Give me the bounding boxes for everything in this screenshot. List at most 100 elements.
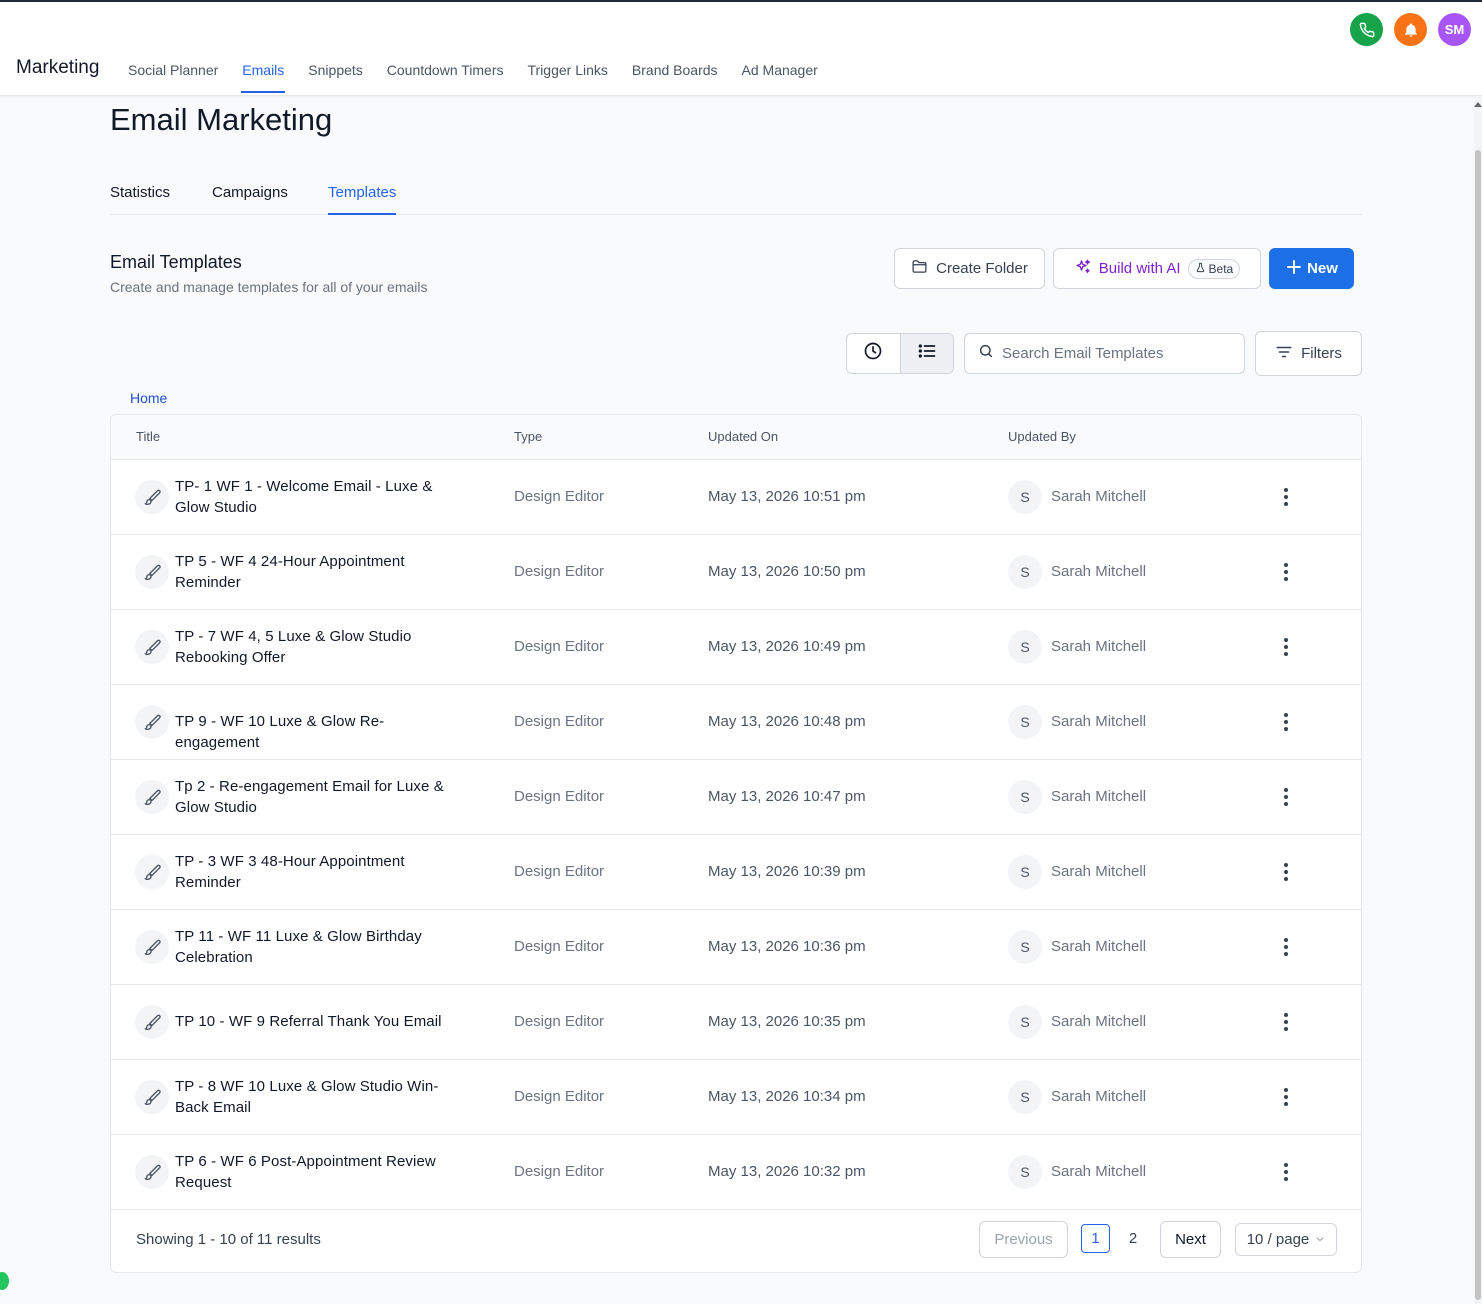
header-actions: SM: [1350, 13, 1471, 46]
sub-tabs: Statistics Campaigns Templates: [110, 184, 1362, 215]
scroll-up-arrow[interactable]: [1474, 102, 1482, 107]
templates-table: Title Type Updated On Updated By TP- 1 W…: [110, 414, 1362, 1273]
template-type: Design Editor: [514, 1013, 605, 1030]
updated-by: Sarah Mitchell: [1051, 713, 1147, 730]
nav-brand-boards[interactable]: Brand Boards: [632, 62, 718, 94]
bell-icon[interactable]: [1394, 13, 1427, 46]
view-toggle: [846, 333, 954, 374]
top-nav: Social Planner Emails Snippets Countdown…: [128, 62, 842, 94]
updated-by: Sarah Mitchell: [1051, 488, 1147, 505]
more-vertical-icon[interactable]: [1275, 560, 1297, 584]
more-vertical-icon[interactable]: [1275, 860, 1297, 884]
create-folder-button[interactable]: Create Folder: [894, 248, 1045, 289]
template-title[interactable]: TP 5 - WF 4 24-Hour Appointment Reminder: [175, 551, 465, 593]
updated-by: Sarah Mitchell: [1051, 1088, 1147, 1105]
brush-icon: [135, 630, 169, 664]
updated-on: May 13, 2026 10:48 pm: [708, 713, 866, 730]
recent-view-button[interactable]: [847, 334, 900, 373]
table-row[interactable]: Tp 2 - Re-engagement Email for Luxe & Gl…: [111, 760, 1361, 835]
table-row[interactable]: TP 11 - WF 11 Luxe & Glow Birthday Celeb…: [111, 910, 1361, 985]
table-row[interactable]: TP 5 - WF 4 24-Hour Appointment Reminder…: [111, 535, 1361, 610]
updated-by: Sarah Mitchell: [1051, 863, 1147, 880]
page-size-label: 10 / page: [1246, 1231, 1310, 1248]
template-title[interactable]: TP 9 - WF 10 Luxe & Glow Re-engagement: [175, 711, 465, 753]
template-title[interactable]: TP 10 - WF 9 Referral Thank You Email: [175, 1011, 465, 1032]
template-title[interactable]: TP- 1 WF 1 - Welcome Email - Luxe & Glow…: [175, 476, 465, 518]
brush-icon: [135, 780, 169, 814]
brush-icon: [135, 855, 169, 889]
template-title[interactable]: TP - 3 WF 3 48-Hour Appointment Reminder: [175, 851, 465, 893]
more-vertical-icon[interactable]: [1275, 710, 1297, 734]
flask-icon: [1195, 262, 1206, 276]
more-vertical-icon[interactable]: [1275, 1085, 1297, 1109]
search-input[interactable]: [1002, 345, 1232, 362]
template-title[interactable]: Tp 2 - Re-engagement Email for Luxe & Gl…: [175, 776, 465, 818]
breadcrumb-home[interactable]: Home: [130, 390, 167, 406]
more-vertical-icon[interactable]: [1275, 1160, 1297, 1184]
status-dot: [0, 1272, 9, 1290]
list-view-button[interactable]: [899, 334, 953, 373]
new-template-button[interactable]: New: [1269, 248, 1354, 289]
more-vertical-icon[interactable]: [1275, 1010, 1297, 1034]
more-vertical-icon[interactable]: [1275, 935, 1297, 959]
updated-on: May 13, 2026 10:36 pm: [708, 938, 866, 955]
template-title[interactable]: TP 11 - WF 11 Luxe & Glow Birthday Celeb…: [175, 926, 465, 968]
page-1-button[interactable]: 1: [1081, 1224, 1110, 1253]
brush-icon: [135, 480, 169, 514]
updated-on: May 13, 2026 10:51 pm: [708, 488, 866, 505]
table-row[interactable]: TP - 7 WF 4, 5 Luxe & Glow Studio Rebook…: [111, 610, 1361, 685]
page-2-button[interactable]: 2: [1123, 1224, 1143, 1253]
updated-by: Sarah Mitchell: [1051, 1013, 1147, 1030]
updated-by: Sarah Mitchell: [1051, 1163, 1147, 1180]
more-vertical-icon[interactable]: [1275, 485, 1297, 509]
template-title[interactable]: TP 6 - WF 6 Post-Appointment Review Requ…: [175, 1151, 465, 1193]
new-label: New: [1307, 260, 1338, 277]
nav-snippets[interactable]: Snippets: [308, 62, 362, 94]
more-vertical-icon[interactable]: [1275, 635, 1297, 659]
page-size-select[interactable]: 10 / page: [1235, 1223, 1337, 1256]
table-row[interactable]: TP - 3 WF 3 48-Hour Appointment Reminder…: [111, 835, 1361, 910]
template-title[interactable]: TP - 7 WF 4, 5 Luxe & Glow Studio Rebook…: [175, 626, 465, 668]
table-row[interactable]: TP- 1 WF 1 - Welcome Email - Luxe & Glow…: [111, 460, 1361, 535]
table-header: Title Type Updated On Updated By: [111, 415, 1361, 460]
user-avatar[interactable]: SM: [1438, 13, 1471, 46]
brush-icon: [135, 1080, 169, 1114]
nav-trigger-links[interactable]: Trigger Links: [528, 62, 608, 94]
user-avatar-small: S: [1008, 630, 1042, 664]
folder-icon: [911, 258, 928, 279]
brush-icon: [135, 1005, 169, 1039]
table-row[interactable]: TP - 8 WF 10 Luxe & Glow Studio Win-Back…: [111, 1060, 1361, 1135]
template-type: Design Editor: [514, 863, 605, 880]
clock-icon: [863, 341, 883, 366]
nav-social-planner[interactable]: Social Planner: [128, 62, 218, 94]
nav-ad-manager[interactable]: Ad Manager: [742, 62, 818, 94]
build-with-ai-button[interactable]: Build with AI Beta: [1053, 248, 1261, 289]
phone-icon[interactable]: [1350, 13, 1383, 46]
column-type: Type: [514, 429, 543, 444]
scrollbar-thumb[interactable]: [1475, 150, 1481, 1300]
template-type: Design Editor: [514, 563, 605, 580]
top-bar: Marketing Social Planner Emails Snippets…: [0, 0, 1482, 96]
plus-icon: [1285, 258, 1303, 280]
tab-templates[interactable]: Templates: [328, 184, 397, 215]
template-title[interactable]: TP - 8 WF 10 Luxe & Glow Studio Win-Back…: [175, 1076, 465, 1118]
nav-countdown-timers[interactable]: Countdown Timers: [387, 62, 504, 94]
template-type: Design Editor: [514, 1163, 605, 1180]
table-row[interactable]: TP 6 - WF 6 Post-Appointment Review Requ…: [111, 1135, 1361, 1210]
section-title: Email Templates: [110, 252, 242, 272]
tab-campaigns[interactable]: Campaigns: [212, 184, 288, 215]
next-page-button[interactable]: Next: [1160, 1221, 1221, 1258]
more-vertical-icon[interactable]: [1275, 785, 1297, 809]
previous-page-button[interactable]: Previous: [979, 1221, 1068, 1258]
user-avatar-small: S: [1008, 1005, 1042, 1039]
table-row[interactable]: TP 9 - WF 10 Luxe & Glow Re-engagement De…: [111, 685, 1361, 760]
tab-statistics[interactable]: Statistics: [110, 184, 170, 215]
updated-on: May 13, 2026 10:39 pm: [708, 863, 866, 880]
nav-emails[interactable]: Emails: [241, 62, 286, 94]
updated-by: Sarah Mitchell: [1051, 788, 1147, 805]
table-row[interactable]: TP 10 - WF 9 Referral Thank You Email Des…: [111, 985, 1361, 1060]
beta-label: Beta: [1208, 261, 1234, 276]
filters-button[interactable]: Filters: [1255, 331, 1362, 376]
user-avatar-small: S: [1008, 555, 1042, 589]
updated-on: May 13, 2026 10:49 pm: [708, 638, 866, 655]
